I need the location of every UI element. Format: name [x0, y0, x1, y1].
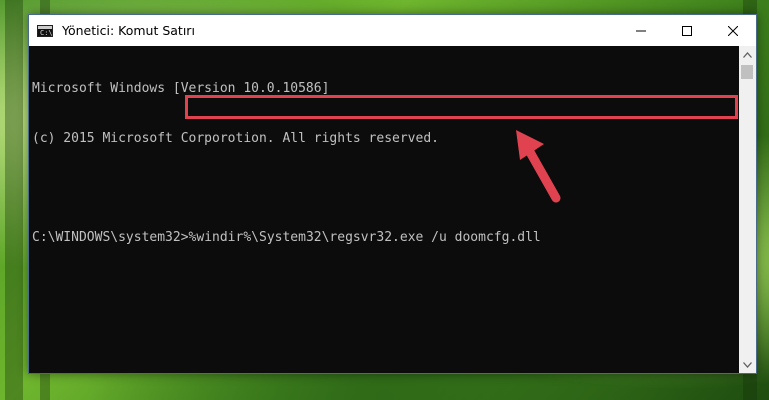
scroll-down-button[interactable]: [739, 356, 756, 373]
command-highlight-box: [185, 95, 738, 119]
wallpaper-tree-trunk: [5, 0, 23, 400]
minimize-button[interactable]: [618, 15, 664, 46]
cmd-icon[interactable]: C:\: [37, 24, 53, 37]
title-bar[interactable]: C:\ Yönetici: Komut Satırı: [29, 15, 756, 46]
window-controls: [618, 15, 756, 46]
window-title: Yönetici: Komut Satırı: [62, 23, 195, 38]
prompt-path: C:\WINDOWS\system32>: [32, 229, 189, 245]
pointer-arrow-icon: [516, 130, 561, 203]
scroll-up-button[interactable]: [739, 46, 756, 63]
close-button[interactable]: [710, 15, 756, 46]
maximize-icon: [682, 25, 692, 36]
scroll-thumb[interactable]: [741, 65, 753, 79]
console-line: (c) 2015 Microsoft Corporotion. All righ…: [32, 130, 439, 146]
close-icon: [728, 25, 738, 36]
chevron-up-icon: [743, 51, 752, 58]
command-prompt-window[interactable]: C:\ Yönetici: Komut Satırı Microsoft Win…: [28, 14, 757, 374]
command-text[interactable]: %windir%\System32\regsvr32.exe /u doomcf…: [189, 230, 541, 247]
minimize-icon: [636, 30, 646, 31]
vertical-scrollbar[interactable]: [739, 46, 756, 373]
prompt-line[interactable]: C:\WINDOWS\system32> %windir%\System32\re…: [32, 230, 739, 247]
maximize-button[interactable]: [664, 15, 710, 46]
chevron-down-icon: [743, 361, 752, 368]
